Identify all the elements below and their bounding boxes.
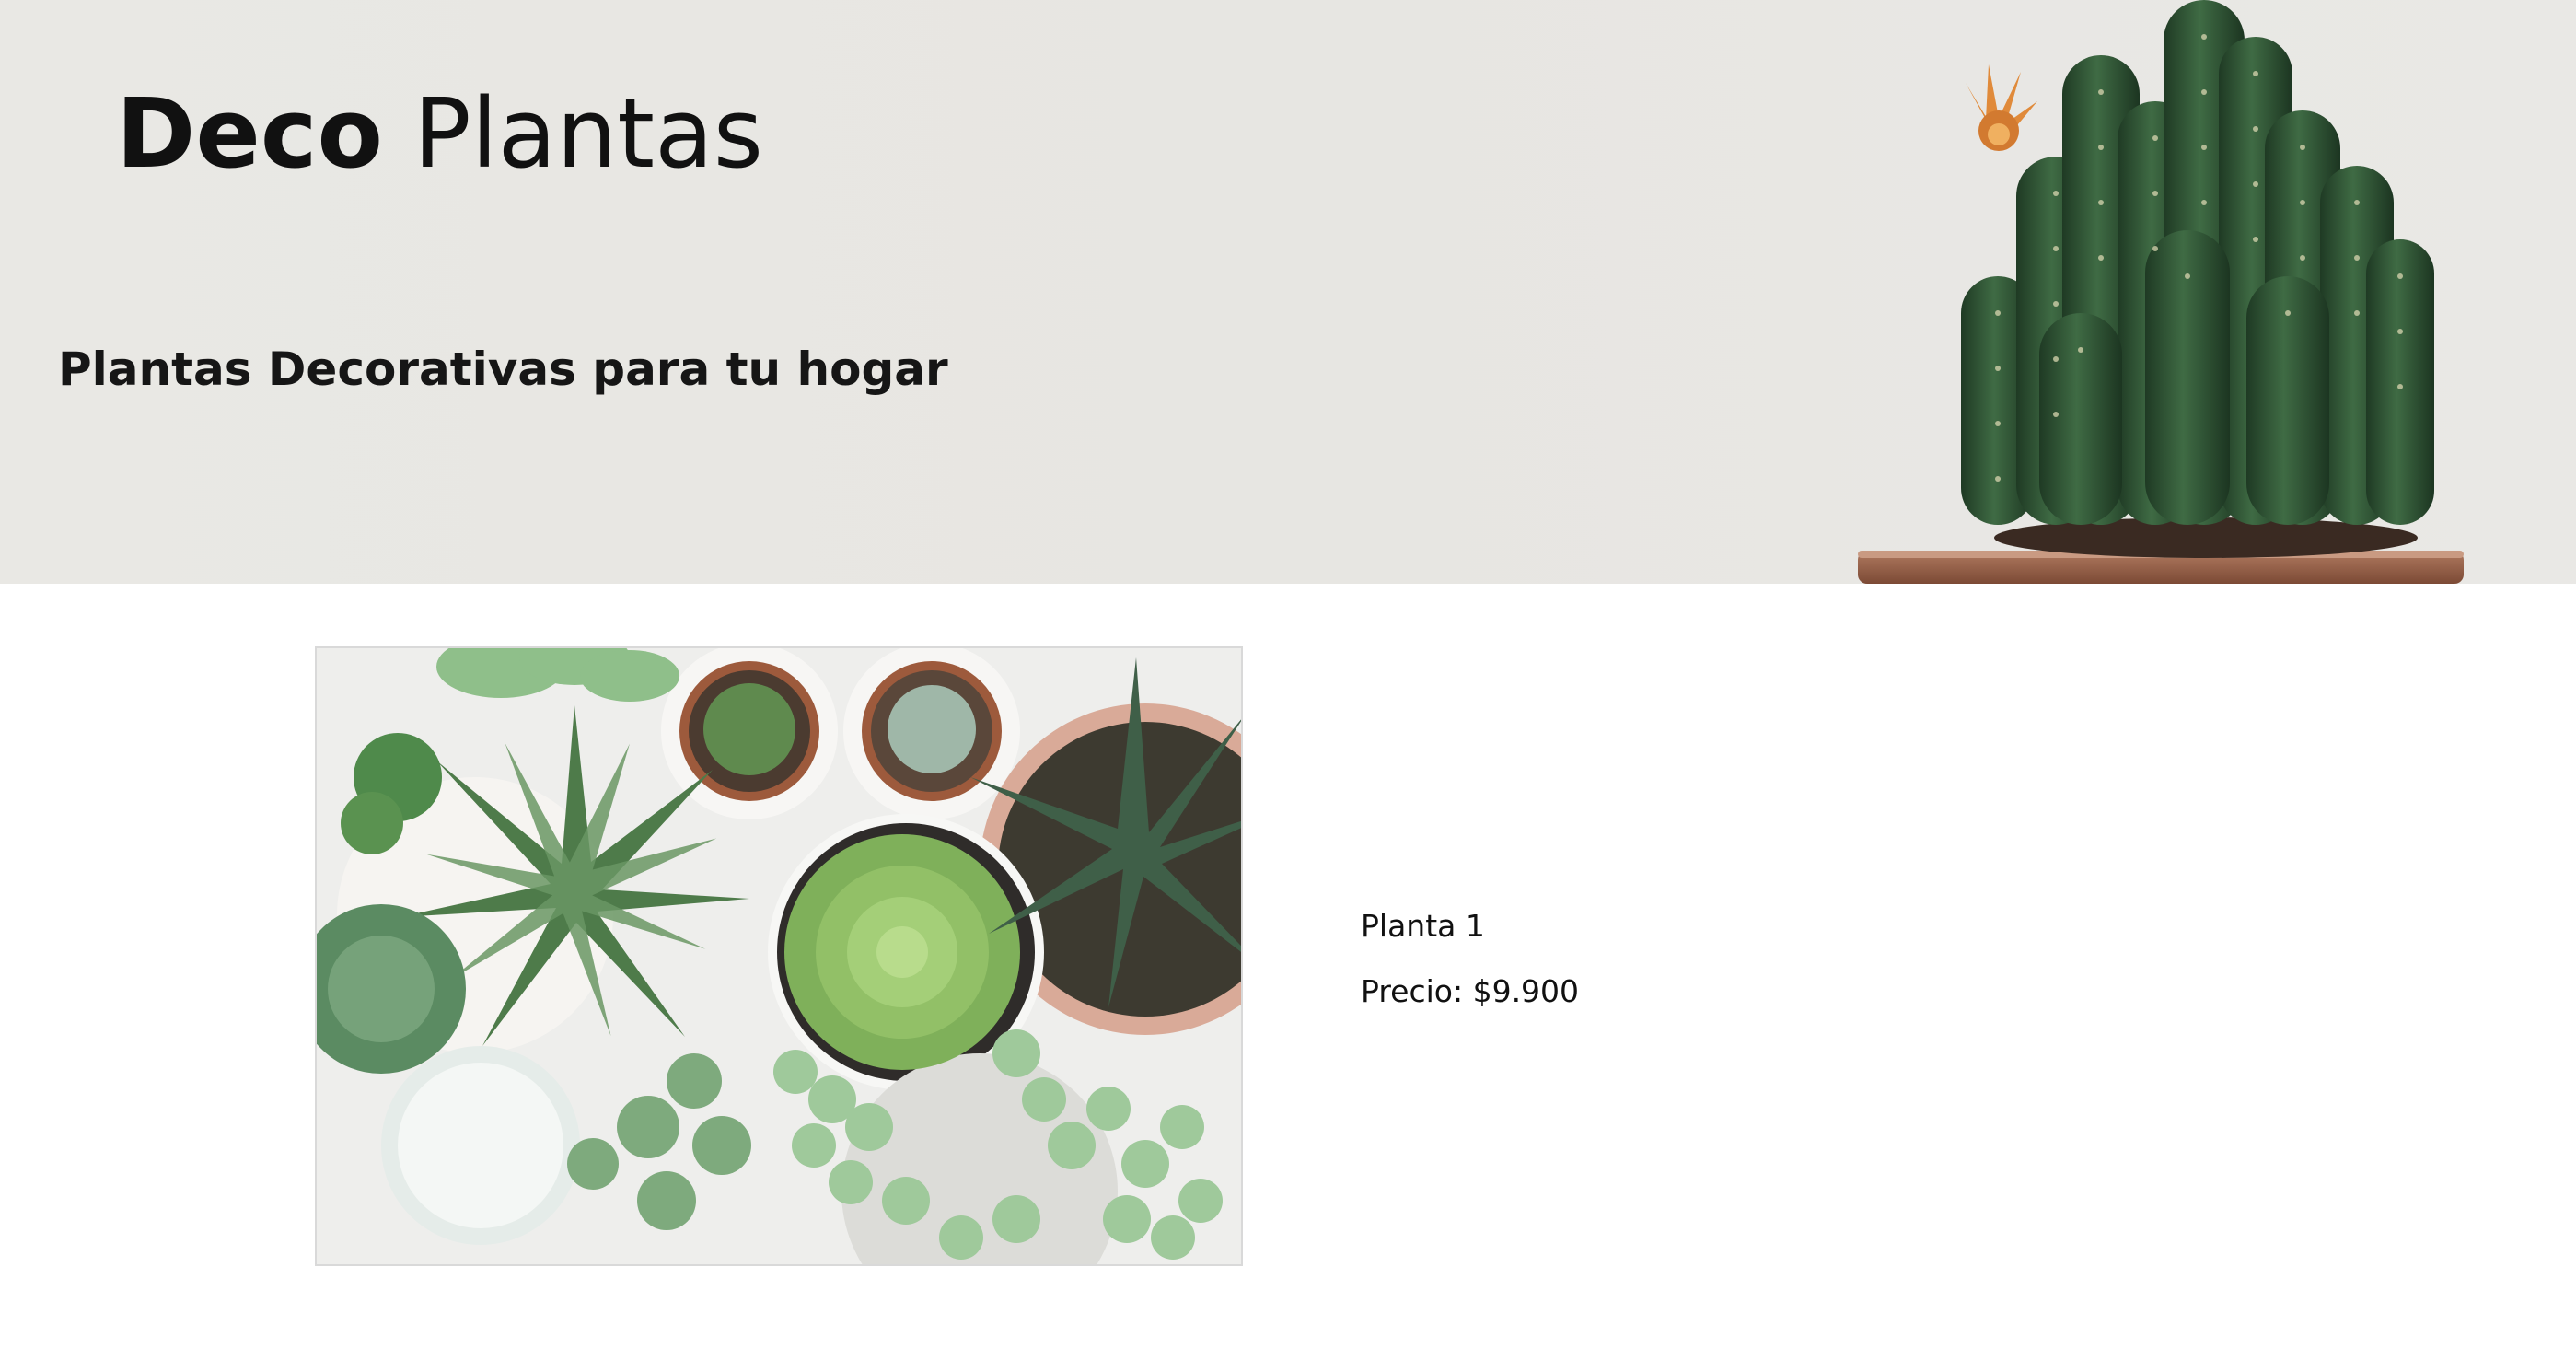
- product-price: Precio: $9.900: [1361, 973, 1580, 1009]
- product-image[interactable]: [315, 646, 1243, 1266]
- cactus-photo-icon: [1858, 0, 2464, 584]
- hero-banner: Deco Plantas Plantas Decorativas para tu…: [0, 0, 2576, 584]
- brand-rest: Plantas: [413, 77, 763, 190]
- hero-tagline: Plantas Decorativas para tu hogar: [58, 343, 948, 396]
- succulents-photo-icon: [317, 648, 1241, 1264]
- product-name[interactable]: Planta 1: [1361, 906, 1485, 947]
- site-logo-title: Deco Plantas: [116, 74, 763, 193]
- brand-strong: Deco: [116, 77, 383, 190]
